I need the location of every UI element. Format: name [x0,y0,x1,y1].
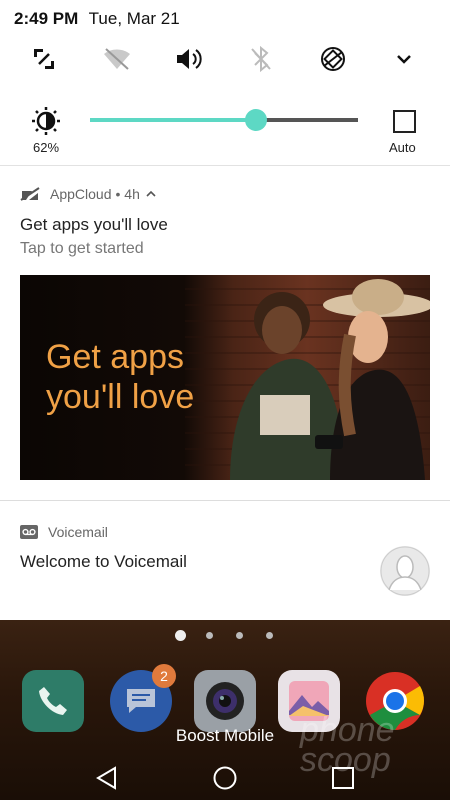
auto-brightness-label: Auto [389,140,416,155]
banner-headline: Get apps you'll love [46,337,194,417]
contact-avatar-icon [380,546,430,596]
notification-title: Get apps you'll love [20,215,168,234]
brightness-percent: 62% [33,140,60,155]
camera-icon[interactable] [194,670,256,732]
quick-settings-panel: 2:49 PM Tue, Mar 21 62% Auto [0,0,450,166]
bluetooth-off-icon[interactable] [245,43,277,75]
auto-rotate-icon[interactable] [317,43,349,75]
navigation-bar [0,755,450,800]
page-dot [266,632,273,639]
brightness-slider[interactable] [90,109,358,131]
home-screen: 2 phone scoop Boost Mobile [0,620,450,800]
notification-voicemail[interactable]: Voicemail Welcome to Voicemail [0,501,450,620]
notification-header: AppCloud • 4h [20,186,156,202]
brightness-thumb[interactable] [245,109,268,131]
notification-time: • 4h [115,186,140,202]
status-bar: 2:49 PM Tue, Mar 21 [14,9,180,29]
phone-icon[interactable] [22,670,84,732]
home-icon[interactable] [210,763,240,793]
clock: 2:49 PM [14,9,79,28]
banner-headline-line-2: you'll love [46,378,195,416]
brightness-fill [90,118,257,122]
notification-app-name: AppCloud [50,186,112,202]
recents-icon[interactable] [328,763,358,793]
back-icon[interactable] [92,763,122,793]
voicemail-icon [20,525,38,539]
appcloud-icon [20,187,40,201]
people-photo [230,279,430,480]
brightness-icon [30,107,62,139]
page-dot [206,632,213,639]
expand-chevron-icon[interactable] [388,43,420,75]
notification-header: Voicemail [20,524,108,540]
page-indicator [0,628,450,642]
volume-icon[interactable] [173,43,205,75]
brightness-row: 62% Auto [0,107,450,157]
notification-app-name: Voicemail [48,524,108,540]
notification-subtitle: Tap to get started [20,240,144,257]
collapse-chevron-icon[interactable] [146,190,156,198]
notification-banner-image[interactable]: Get apps you'll love [20,275,430,480]
unread-badge: 2 [152,664,176,688]
carrier-label: Boost Mobile [175,726,275,745]
page-dot [236,632,243,639]
quick-settings-row [0,43,450,75]
screenshot-icon[interactable] [28,43,60,75]
page-dot-active [175,630,186,641]
banner-headline-line-1: Get apps [46,338,184,376]
notification-title: Welcome to Voicemail [20,552,187,571]
auto-brightness-checkbox[interactable] [393,110,416,133]
notification-appcloud[interactable]: AppCloud • 4h Get apps you'll love Tap t… [0,166,450,501]
date: Tue, Mar 21 [88,9,180,28]
wifi-off-icon[interactable] [101,43,133,75]
